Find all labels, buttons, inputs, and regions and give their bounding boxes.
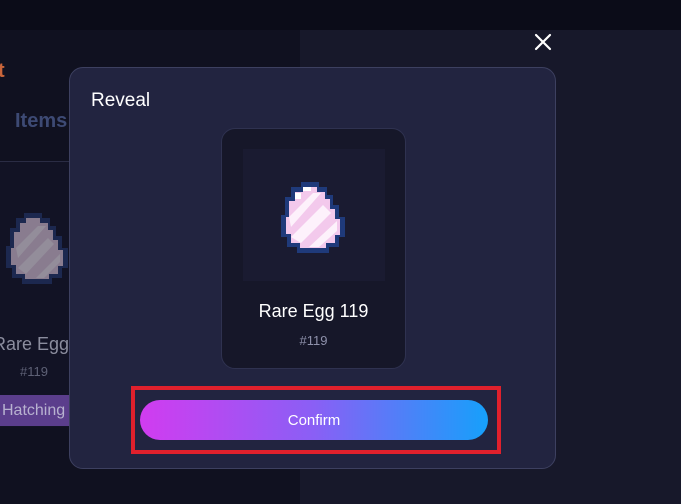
background-tab-items[interactable]: Items: [15, 110, 67, 133]
reveal-item-card: Rare Egg 119 #119: [221, 128, 406, 369]
item-image-area: [243, 149, 385, 281]
background-logo-fragment: t: [0, 60, 5, 82]
reveal-modal: Reveal Rare Egg 119 #119 Confirm: [69, 67, 556, 469]
background-item-card[interactable]: [0, 162, 70, 427]
confirm-button[interactable]: Confirm: [140, 400, 488, 440]
pixel-egg-icon: [6, 213, 68, 284]
close-icon[interactable]: [531, 30, 555, 54]
pixel-egg-icon: [281, 182, 345, 253]
background-item-id: #119: [20, 364, 48, 379]
item-name: Rare Egg 119: [258, 301, 369, 321]
status-badge: Hatching: [0, 395, 70, 426]
item-id: #119: [299, 333, 328, 348]
modal-title: Reveal: [91, 90, 151, 111]
top-bar: [0, 0, 681, 30]
